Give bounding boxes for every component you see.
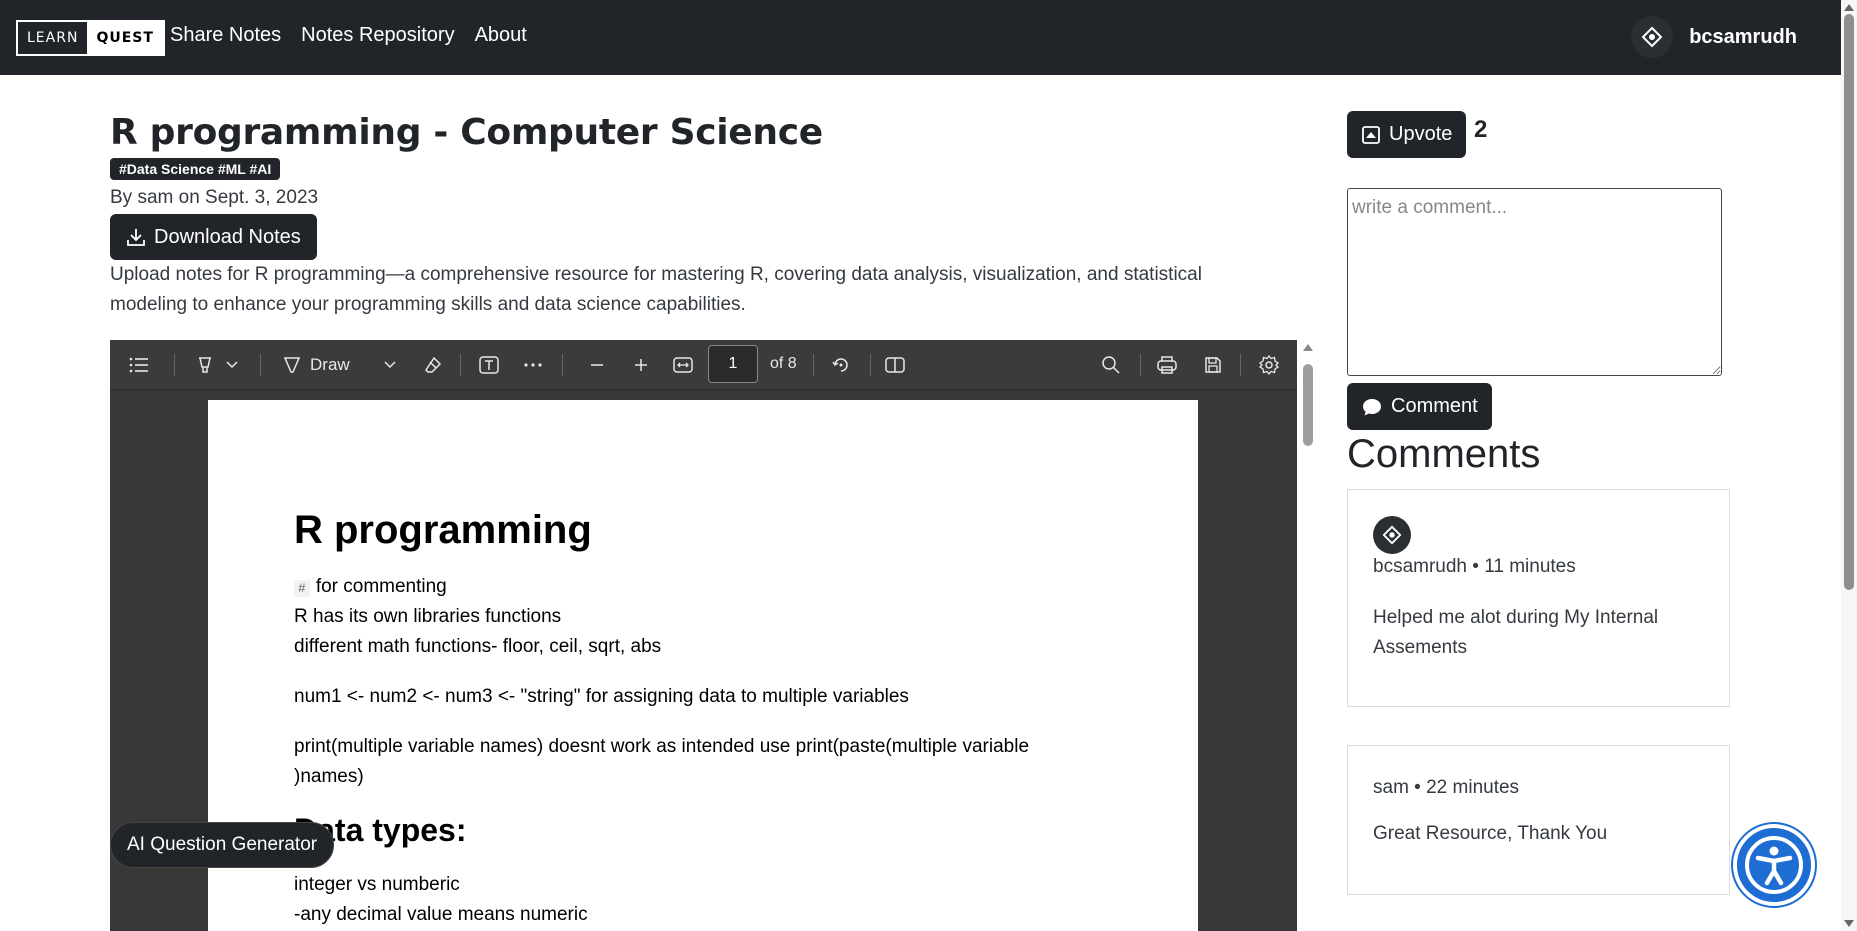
comment-button[interactable]: Comment <box>1347 383 1492 430</box>
avatar[interactable] <box>1373 516 1411 554</box>
pdf-line: )names) <box>294 766 364 787</box>
pdf-line: print(multiple variable names) doesnt wo… <box>294 736 1030 757</box>
logo-text-learn: LEARN <box>18 22 88 54</box>
print-icon[interactable] <box>1152 347 1182 383</box>
page-scrollbar[interactable] <box>1841 0 1857 931</box>
nav-links: Share Notes Notes Repository About <box>170 24 527 47</box>
pdf-code-hash: # <box>294 580 310 597</box>
eraser-icon[interactable] <box>418 347 448 383</box>
comment-text: Great Resource, Thank You <box>1373 823 1608 844</box>
more-options-icon[interactable] <box>518 347 548 383</box>
pdf-line: integer vs numberic <box>294 874 460 895</box>
avatar[interactable] <box>1631 16 1674 58</box>
comments-heading: Comments <box>1347 432 1541 476</box>
download-icon <box>127 229 145 246</box>
upvote-button[interactable]: Upvote <box>1347 111 1467 158</box>
text-box-icon[interactable] <box>474 347 504 383</box>
comment-text: Helped me alot during My Internal Asseme… <box>1373 607 1659 658</box>
draw-icon <box>283 357 301 373</box>
draw-label: Draw <box>310 355 350 374</box>
chat-bubble-icon <box>1363 398 1381 415</box>
comment-author-time: bcsamrudh • 11 minutes <box>1373 556 1576 577</box>
download-notes-label: Download Notes <box>154 225 301 248</box>
accessibility-button[interactable] <box>1733 824 1815 906</box>
logo-text-quest: QUEST <box>87 22 163 54</box>
chevron-down-icon[interactable] <box>380 347 400 383</box>
avatar-logo-icon <box>1382 525 1402 545</box>
comment-input[interactable] <box>1347 188 1722 376</box>
byline: By sam on Sept. 3, 2023 <box>110 187 319 208</box>
page-view-icon[interactable] <box>880 347 910 383</box>
pdf-line: # for commenting <box>294 576 447 598</box>
note-description: Upload notes for R programming—a compreh… <box>110 264 1202 315</box>
pdf-line: -any decimal value means numeric <box>294 904 588 925</box>
username[interactable]: bcsamrudh <box>1689 26 1797 49</box>
scroll-down-arrow-icon[interactable] <box>1844 920 1854 927</box>
upvote-count: 2 <box>1474 116 1488 143</box>
comment-button-label: Comment <box>1391 395 1478 417</box>
outline-toggle-icon[interactable] <box>124 347 154 383</box>
nav-link-notes-repository[interactable]: Notes Repository <box>301 24 454 47</box>
comment-card: sam • 22 minutes Great Resource, Thank Y… <box>1347 745 1730 895</box>
nav-link-share-notes[interactable]: Share Notes <box>170 24 281 47</box>
pdf-line: num1 <- num2 <- num3 <- "string" for ass… <box>294 686 909 707</box>
user-menu[interactable]: bcsamrudh <box>1631 16 1797 58</box>
viewer-scrollbar[interactable] <box>1301 340 1315 931</box>
settings-gear-icon[interactable] <box>1254 347 1284 383</box>
navbar: LEARN QUEST Share Notes Notes Repository… <box>0 0 1857 75</box>
scrollbar-thumb[interactable] <box>1303 364 1313 446</box>
scroll-up-arrow-icon[interactable] <box>1303 344 1313 351</box>
page-title: R programming - Computer Science <box>110 112 823 153</box>
pdf-heading: R programming <box>294 508 592 552</box>
chevron-down-icon[interactable] <box>222 347 242 383</box>
fit-width-icon[interactable] <box>668 347 698 383</box>
scrollbar-thumb[interactable] <box>1844 14 1854 590</box>
save-icon[interactable] <box>1198 347 1228 383</box>
highlight-icon[interactable] <box>190 347 220 383</box>
zoom-in-icon[interactable] <box>626 347 656 383</box>
learnquest-logo[interactable]: LEARN QUEST <box>16 20 165 56</box>
pdf-page: R programming # for commenting R has its … <box>208 400 1198 931</box>
comment-card: bcsamrudh • 11 minutes Helped me alot du… <box>1347 489 1730 707</box>
scroll-up-arrow-icon[interactable] <box>1844 4 1854 11</box>
avatar-logo-icon <box>1641 26 1663 48</box>
upvote-label: Upvote <box>1389 123 1453 145</box>
draw-button[interactable]: Draw <box>282 347 362 383</box>
ai-question-generator-button[interactable]: AI Question Generator <box>110 822 335 868</box>
pdf-line-text: for commenting <box>315 576 447 597</box>
zoom-out-icon[interactable] <box>582 347 612 383</box>
download-notes-button[interactable]: Download Notes <box>110 214 317 260</box>
rotate-icon[interactable] <box>826 347 856 383</box>
accessibility-icon <box>1745 836 1803 894</box>
nav-link-about[interactable]: About <box>475 24 527 47</box>
page-total: of 8 <box>770 355 797 372</box>
upvote-icon <box>1362 125 1380 144</box>
pdf-line: R has its own libraries functions <box>294 606 562 627</box>
pdf-toolbar: Draw of 8 <box>110 340 1297 390</box>
pdf-line: different math functions- floor, ceil, s… <box>294 636 662 657</box>
page-number-input[interactable] <box>708 345 758 383</box>
tags-badge: #Data Science #ML #AI <box>110 158 281 180</box>
comment-author-time: sam • 22 minutes <box>1373 777 1520 798</box>
search-icon[interactable] <box>1096 347 1126 383</box>
